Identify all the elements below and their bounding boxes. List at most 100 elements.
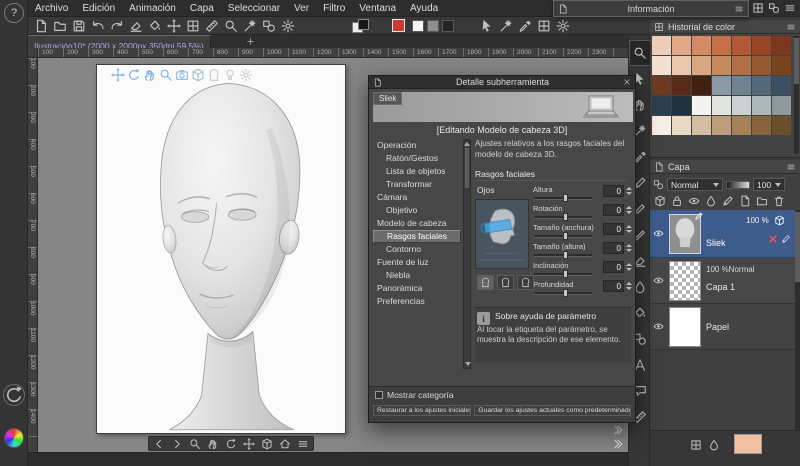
color-swatch[interactable] xyxy=(712,76,731,95)
color-swatch[interactable] xyxy=(772,56,791,75)
drop-icon[interactable] xyxy=(705,195,717,207)
color-swatch[interactable] xyxy=(732,116,751,135)
layer-scrollbar[interactable] xyxy=(795,210,800,430)
document-tab[interactable]: Ilustración10* (2000 x 2000px 350dpi 59.… xyxy=(28,35,211,48)
parameter-spinner[interactable] xyxy=(625,223,633,235)
color-swatch[interactable] xyxy=(652,36,671,55)
color-swatch[interactable] xyxy=(752,36,771,55)
parameter-label[interactable]: Rotación xyxy=(533,204,563,213)
parameter-slider[interactable] xyxy=(534,216,592,219)
wand-icon[interactable] xyxy=(499,19,513,33)
cube-icon[interactable] xyxy=(654,195,666,207)
parameter-slider[interactable] xyxy=(534,273,592,276)
redo-icon[interactable] xyxy=(110,19,124,33)
color-swatch[interactable] xyxy=(752,76,771,95)
info-window-menu-icon[interactable] xyxy=(734,4,744,14)
color-swatch[interactable] xyxy=(752,56,771,75)
chevR-icon[interactable] xyxy=(171,438,183,450)
parameter-value[interactable]: 0 xyxy=(603,280,624,292)
light-icon[interactable] xyxy=(223,68,237,82)
bucket-icon[interactable] xyxy=(148,19,162,33)
menu-item[interactable]: Filtro xyxy=(316,0,352,17)
ruler-icon[interactable] xyxy=(205,19,219,33)
color-swatch[interactable] xyxy=(692,76,711,95)
dialog-category[interactable]: Ratón/Gestos xyxy=(373,152,461,165)
magnifier-icon[interactable] xyxy=(224,19,238,33)
magnifier-icon[interactable] xyxy=(159,68,173,82)
color-swatch[interactable] xyxy=(732,76,751,95)
figure-icon[interactable] xyxy=(768,2,780,14)
parameter-spinner[interactable] xyxy=(625,280,633,292)
menu3-icon[interactable] xyxy=(297,438,309,450)
dialog-titlebar[interactable]: Detalle subherramienta xyxy=(369,76,635,89)
restore-defaults-button[interactable]: Restaurar a los ajustes iniciales xyxy=(373,405,471,416)
parameter-label[interactable]: Altura xyxy=(533,185,553,194)
color-swatch[interactable] xyxy=(772,36,791,55)
move4-icon[interactable] xyxy=(167,19,181,33)
head-variant-button[interactable] xyxy=(497,275,514,290)
parameter-label[interactable]: Inclinación xyxy=(533,261,568,270)
brush-size-icon[interactable] xyxy=(708,439,720,451)
menu-item[interactable]: Capa xyxy=(183,0,221,17)
opacity-slider[interactable] xyxy=(726,181,750,189)
color-swatch[interactable] xyxy=(672,116,691,135)
new-tab-icon[interactable] xyxy=(246,37,255,46)
color-swatch[interactable] xyxy=(732,96,751,115)
grid-icon[interactable] xyxy=(752,2,764,14)
parameter-slider[interactable] xyxy=(534,292,592,295)
color-swatch[interactable] xyxy=(672,96,691,115)
parameter-slider[interactable] xyxy=(534,197,592,200)
page-icon[interactable] xyxy=(34,19,48,33)
dialog-category[interactable]: Transformar xyxy=(373,178,461,191)
color-swatch[interactable] xyxy=(652,116,671,135)
eye-icon[interactable] xyxy=(688,195,700,207)
dialog-category[interactable]: Preferencias xyxy=(373,295,461,308)
color-swatch[interactable] xyxy=(672,76,691,95)
menu-item[interactable]: Edición xyxy=(75,0,122,17)
layer-thumbnail[interactable] xyxy=(669,261,701,301)
menu-item[interactable]: Ver xyxy=(287,0,316,17)
cube-icon[interactable] xyxy=(191,68,205,82)
floppy-icon[interactable] xyxy=(72,19,86,33)
layer-thumbnail[interactable] xyxy=(669,214,701,254)
dock-collapse-icon[interactable] xyxy=(612,438,624,450)
menu-item[interactable]: Seleccionar xyxy=(221,0,287,17)
parameter-spinner[interactable] xyxy=(625,204,633,216)
move4-icon[interactable] xyxy=(243,438,255,450)
menu-item[interactable]: Ventana xyxy=(352,0,403,17)
layer-panel-header[interactable]: Capa xyxy=(650,160,800,174)
wand-icon[interactable] xyxy=(243,19,257,33)
color-swatch[interactable] xyxy=(772,96,791,115)
undo-icon[interactable] xyxy=(91,19,105,33)
parameter-value[interactable]: 0 xyxy=(603,261,624,273)
color-swatch[interactable] xyxy=(752,116,771,135)
color-swatch[interactable] xyxy=(672,56,691,75)
cam-icon[interactable] xyxy=(175,68,189,82)
color-wheel-icon[interactable] xyxy=(4,428,24,448)
dialog-category[interactable]: Modelo de cabeza xyxy=(373,217,461,230)
cursor-icon[interactable] xyxy=(480,19,494,33)
parameter-label[interactable]: Profundidad xyxy=(533,280,573,289)
color-swatch[interactable] xyxy=(692,96,711,115)
parameter-slider[interactable] xyxy=(534,235,592,238)
color-chip-2[interactable] xyxy=(427,20,439,32)
gear-icon[interactable] xyxy=(239,68,253,82)
color-swatch[interactable] xyxy=(652,76,671,95)
menu-item[interactable]: Animación xyxy=(122,0,183,17)
figure-icon[interactable] xyxy=(262,19,276,33)
menu3-icon[interactable] xyxy=(784,2,796,14)
color-swatch[interactable] xyxy=(692,36,711,55)
menu-item[interactable]: Ayuda xyxy=(403,0,445,17)
color-swatch[interactable] xyxy=(652,96,671,115)
dialog-category[interactable]: Lista de objetos xyxy=(373,165,461,178)
dialog-category[interactable]: Contorno xyxy=(373,243,461,256)
lock-icon[interactable] xyxy=(671,195,683,207)
eyedrop-icon[interactable] xyxy=(518,19,532,33)
cube-icon[interactable] xyxy=(261,438,273,450)
dialog-category[interactable]: Panorámica xyxy=(373,282,461,295)
parameter-value[interactable]: 0 xyxy=(603,242,624,254)
color-chip-1[interactable] xyxy=(412,20,424,32)
dock-expand-icon[interactable] xyxy=(612,424,624,436)
head-variant-button[interactable] xyxy=(517,275,534,290)
menu-item[interactable]: Archivo xyxy=(28,0,75,17)
